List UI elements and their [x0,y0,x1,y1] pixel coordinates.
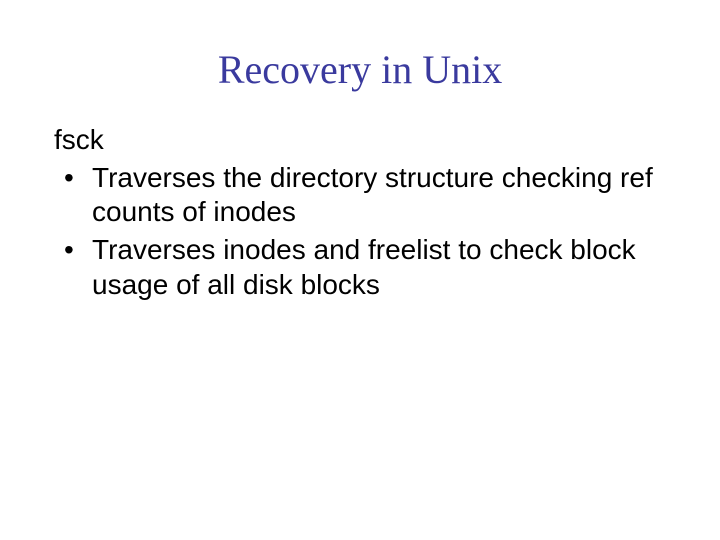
list-item: Traverses the directory structure checki… [54,161,666,229]
bullet-list: Traverses the directory structure checki… [54,161,666,302]
slide-body: fsck Traverses the directory structure c… [0,123,720,302]
slide-title: Recovery in Unix [0,0,720,123]
subheading: fsck [54,123,666,157]
list-item: Traverses inodes and freelist to check b… [54,233,666,301]
